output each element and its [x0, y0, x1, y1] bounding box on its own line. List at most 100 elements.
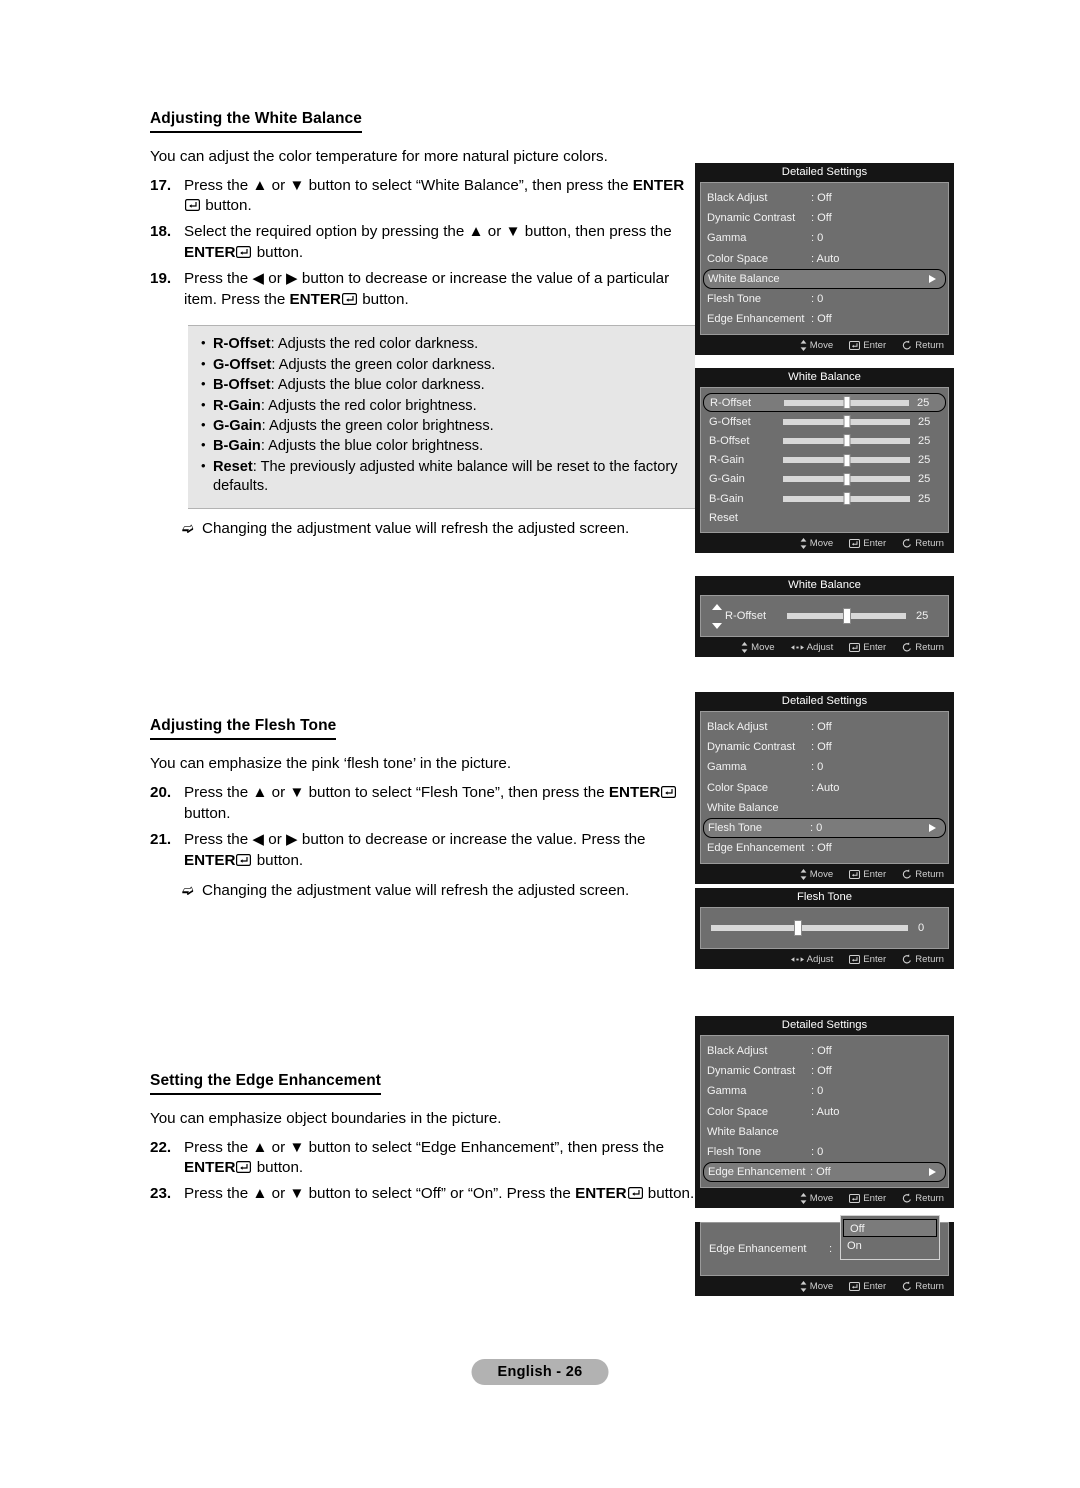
menu-row-black-adjust[interactable]: Black Adjust: Off — [701, 188, 948, 208]
menu-row-black-adjust[interactable]: Black Adjust: Off — [701, 1041, 948, 1061]
section-lead-edge-enhancement: You can emphasize object boundaries in t… — [150, 1110, 502, 1127]
section-heading-flesh-tone: Adjusting the Flesh Tone — [150, 717, 337, 741]
section-edge-enhancement: Setting the Edge Enhancement You can emp… — [150, 1072, 695, 1205]
footer-return: Return — [902, 1281, 944, 1292]
menu-row-dynamic-contrast[interactable]: Dynamic Contrast: Off — [701, 1061, 948, 1081]
slider-row-b-gain[interactable]: B-Gain 25 — [701, 489, 948, 508]
slider-row-b-offset[interactable]: B-Offset 25 — [701, 431, 948, 450]
slider-track[interactable] — [783, 453, 910, 467]
enter-key-icon — [661, 785, 677, 798]
menu-row-gamma[interactable]: Gamma: 0 — [701, 228, 948, 248]
footer-enter: Enter — [849, 642, 886, 653]
menu-row-edge-enhancement[interactable]: Edge Enhancement: Off — [701, 309, 948, 329]
instruction-column: Adjusting the White Balance You can adju… — [150, 110, 695, 1210]
slider-row-g-offset[interactable]: G-Offset 25 — [701, 412, 948, 431]
steps-edge-enhancement: 22. Press the ▲ or ▼ button to select “E… — [150, 1138, 695, 1206]
step-item: 18. Select the required option by pressi… — [150, 222, 695, 264]
slider-thumb[interactable] — [843, 472, 850, 486]
slider-label: B-Offset — [709, 434, 750, 447]
slider-track[interactable] — [783, 472, 910, 486]
slider-row-r-gain[interactable]: R-Gain 25 — [701, 451, 948, 470]
slider-track[interactable] — [783, 415, 910, 429]
slider-row-g-gain[interactable]: G-Gain 25 — [701, 470, 948, 489]
row-label: Flesh Tone — [707, 1146, 762, 1159]
menu-row-gamma[interactable]: Gamma: 0 — [701, 1081, 948, 1101]
row-value: : Off — [811, 192, 832, 205]
osd-white-balance-single: White Balance R-Offset 25 Move Adjust En… — [695, 576, 954, 657]
dropdown-wrapper: Edge Enhancement : Off On — [701, 1215, 948, 1275]
flesh-tone-slider-row[interactable]: 0 — [701, 908, 948, 948]
slider-thumb[interactable] — [843, 396, 850, 410]
step-number: 17. — [150, 176, 172, 194]
step-number: 19. — [150, 270, 172, 288]
enter-key-icon — [236, 1161, 252, 1174]
manual-page: Adjusting the White Balance You can adju… — [0, 0, 1080, 1488]
enter-key-icon — [627, 1187, 643, 1200]
menu-row-edge-enhancement-selected[interactable]: Edge Enhancement: Off — [703, 1162, 946, 1183]
slider-thumb[interactable] — [843, 434, 850, 448]
slider-track[interactable] — [711, 920, 908, 936]
slider-thumb[interactable] — [843, 415, 850, 429]
menu-row-color-space[interactable]: Color Space: Auto — [701, 249, 948, 269]
menu-row-dynamic-contrast[interactable]: Dynamic Contrast: Off — [701, 737, 948, 757]
menu-row-flesh-tone-selected[interactable]: Flesh Tone: 0 — [703, 817, 946, 839]
menu-row-color-space[interactable]: Color Space: Auto — [701, 778, 948, 798]
slider-row-r-offset[interactable]: R-Offset 25 — [703, 393, 946, 413]
menu-row-white-balance-selected[interactable]: White Balance — [703, 268, 946, 289]
osd-title: Detailed Settings — [695, 1016, 954, 1035]
triangle-up-icon — [712, 603, 722, 610]
row-label: Dynamic Contrast — [707, 741, 796, 754]
row-label: Flesh Tone — [708, 822, 763, 835]
menu-row-dynamic-contrast[interactable]: Dynamic Contrast : Off — [701, 208, 948, 228]
footer-enter: Enter — [849, 954, 886, 965]
row-label: Color Space — [707, 1105, 769, 1118]
slider-label: R-Offset — [725, 610, 767, 622]
footer-enter: Enter — [849, 538, 886, 549]
slider-thumb[interactable] — [843, 453, 850, 467]
row-colon: : — [829, 1243, 833, 1255]
osd-footer: Move Enter Return — [695, 335, 954, 356]
slider-thumb[interactable] — [793, 920, 802, 936]
step-number: 22. — [150, 1138, 172, 1156]
row-label: Dynamic Contrast — [707, 212, 796, 225]
menu-row-gamma[interactable]: Gamma: 0 — [701, 757, 948, 777]
step-item: 22. Press the ▲ or ▼ button to select “E… — [150, 1138, 695, 1180]
single-slider-row[interactable]: R-Offset 25 — [701, 596, 948, 636]
menu-row-white-balance[interactable]: White Balance — [701, 798, 948, 818]
step-number: 20. — [150, 783, 172, 801]
slider-track[interactable] — [784, 396, 909, 410]
slider-track[interactable] — [783, 434, 910, 448]
note-white-balance: ➫ Changing the adjustment value will ref… — [182, 519, 695, 540]
row-label: Dynamic Contrast — [707, 1065, 796, 1078]
menu-row-edge-enhancement[interactable]: Edge Enhancement: Off — [701, 838, 948, 858]
dropdown-option-off[interactable]: Off — [843, 1219, 937, 1237]
slider-thumb[interactable] — [843, 492, 850, 506]
step-item: 23. Press the ▲ or ▼ button to select “O… — [150, 1184, 695, 1205]
menu-row-white-balance[interactable]: White Balance — [701, 1122, 948, 1142]
slider-value: 0 — [918, 922, 925, 934]
row-value: : Off — [811, 313, 832, 326]
slider-value: 25 — [918, 473, 931, 486]
dropdown-option-on[interactable]: On — [841, 1237, 939, 1255]
slider-value: 25 — [918, 434, 931, 447]
row-value: : Off — [811, 212, 832, 225]
slider-track[interactable] — [783, 492, 910, 506]
footer-move: Move — [800, 339, 833, 351]
footer-adjust: Adjust — [790, 642, 833, 653]
osd-white-balance-list: White Balance R-Offset 25 G-Offset 25 B-Of… — [695, 368, 954, 554]
steps-white-balance: 17. Press the ▲ or ▼ button to select “W… — [150, 176, 695, 312]
step-number: 21. — [150, 830, 172, 848]
osd-detailed-settings-1: Detailed Settings Black Adjust: Off Dyna… — [695, 163, 954, 356]
slider-thumb[interactable] — [842, 608, 851, 624]
osd-body: Black Adjust: Off Dynamic Contrast: Off … — [700, 711, 949, 865]
slider-track[interactable] — [787, 608, 906, 624]
menu-row-color-space[interactable]: Color Space: Auto — [701, 1102, 948, 1122]
slider-row-reset[interactable]: Reset — [701, 508, 948, 527]
menu-row-flesh-tone[interactable]: Flesh Tone: 0 — [701, 289, 948, 309]
menu-row-flesh-tone[interactable]: Flesh Tone: 0 — [701, 1142, 948, 1162]
menu-row-black-adjust[interactable]: Black Adjust: Off — [701, 717, 948, 737]
footer-move: Move — [800, 1192, 833, 1204]
slider-label: R-Offset — [710, 396, 752, 409]
